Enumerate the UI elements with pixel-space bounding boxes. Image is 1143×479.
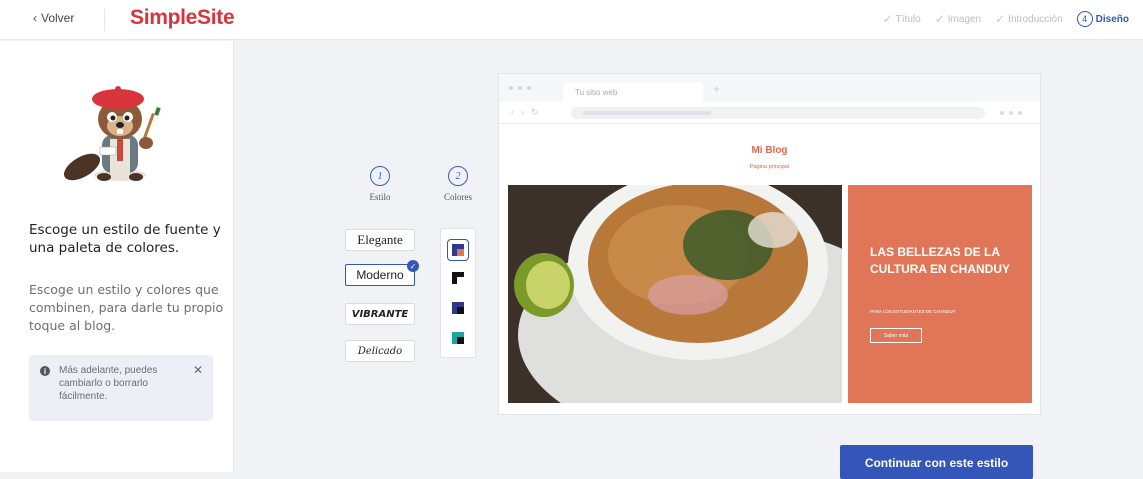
step-label: Diseño [1095, 13, 1129, 25]
divider [104, 9, 105, 31]
palette-option-2[interactable] [449, 269, 467, 287]
swatch-accent [457, 337, 464, 344]
blog-subtitle: Página principal [749, 164, 790, 170]
panel-description: Escoge un estilo y colores que combinen,… [29, 282, 224, 333]
hero-heading: LAS BELLEZAS DE LA CULTURA EN CHANDUY [870, 245, 1010, 276]
hero-button[interactable]: Saber más [870, 328, 922, 343]
palette-option-4[interactable] [449, 329, 467, 347]
hero-card: LAS BELLEZAS DE LA CULTURA EN CHANDUY PA… [848, 185, 1032, 403]
back-label: Volver [41, 11, 75, 25]
logo[interactable]: SimpleSite [130, 6, 235, 30]
palette-option-3[interactable] [449, 299, 467, 317]
font-option-label: Delicado [357, 345, 403, 357]
step-number: 4 [1076, 11, 1093, 27]
style-step-header: 1 Estilo [358, 166, 402, 202]
close-icon[interactable]: ✕ [193, 363, 203, 377]
chevron-left-icon: ‹ [33, 11, 37, 25]
check-icon: ✓ [882, 12, 893, 26]
beaver-painter-icon [63, 86, 161, 181]
check-icon: ✓ [934, 12, 945, 26]
swatch-accent [457, 249, 464, 256]
font-option-vibrante[interactable]: VIBRANTE [345, 303, 415, 325]
browser-address-bar: ‹›↻ [499, 102, 1040, 124]
browser-tab-bar: Tu sitio web + [499, 74, 1040, 102]
panel-heading: Escoge un estilo de fuente y una paleta … [29, 222, 221, 256]
soup-bowl-image [508, 185, 842, 403]
step-label: Imagen [947, 13, 982, 25]
font-option-moderno[interactable]: Moderno ✓ [345, 260, 419, 286]
step-imagen[interactable]: ✓ Imagen [935, 12, 981, 26]
font-option-delicado[interactable]: Delicado [345, 340, 415, 362]
swatch-accent [457, 277, 464, 284]
step-circle: 2 [448, 166, 468, 186]
step-circle: 1 [370, 166, 390, 186]
continue-button[interactable]: Continuar con este estilo [840, 445, 1033, 479]
hero-subheading: PARA LOS ESTUDIANTES DE CHANDUY [870, 309, 956, 314]
step-label: Introducción [1008, 13, 1063, 25]
check-icon: ✓ [995, 12, 1006, 26]
info-note: i Más adelante, puedes cambiarlo o borra… [29, 355, 213, 421]
more-icon [1000, 111, 1022, 115]
top-bar: ‹ Volver SimpleSite ✓ Título ✓ Imagen ✓ Intr… [0, 0, 1143, 40]
info-icon: i [40, 366, 50, 376]
plus-icon: + [713, 82, 721, 96]
style-label: Estilo [369, 192, 391, 202]
font-option-label: VIBRANTE [351, 308, 409, 320]
palette-option-1[interactable] [447, 239, 469, 261]
progress-steps: ✓ Título ✓ Imagen ✓ Introducción 4 Diseño [883, 11, 1129, 27]
colors-step-header: 2 Colores [436, 166, 480, 202]
colors-label: Colores [444, 192, 472, 202]
left-panel: Escoge un estilo de fuente y una paleta … [0, 41, 234, 472]
font-option-label: Moderno [356, 268, 404, 282]
step-diseno[interactable]: 4 Diseño [1076, 11, 1129, 27]
step-label: Título [895, 13, 921, 25]
step-introduccion[interactable]: ✓ Introducción [995, 12, 1063, 26]
check-icon: ✓ [407, 260, 419, 272]
blog-title: Mi Blog [751, 145, 788, 156]
step-titulo[interactable]: ✓ Título [883, 12, 921, 26]
font-option-elegante[interactable]: Elegante [345, 229, 415, 251]
back-button[interactable]: ‹ Volver [33, 11, 74, 25]
browser-nav-icons: ‹›↻ [511, 107, 546, 117]
color-palette-list [440, 228, 476, 358]
browser-tab: Tu sitio web [563, 82, 703, 102]
font-option-label: Elegante [357, 232, 403, 247]
url-bar [571, 107, 985, 119]
site-preview: Tu sitio web + ‹›↻ Mi Blog Página princi… [498, 73, 1041, 415]
swatch-accent [457, 307, 464, 314]
hero-image [508, 185, 842, 403]
window-dots [509, 86, 531, 90]
note-text: Más adelante, puedes cambiarlo o borrarl… [59, 365, 158, 402]
